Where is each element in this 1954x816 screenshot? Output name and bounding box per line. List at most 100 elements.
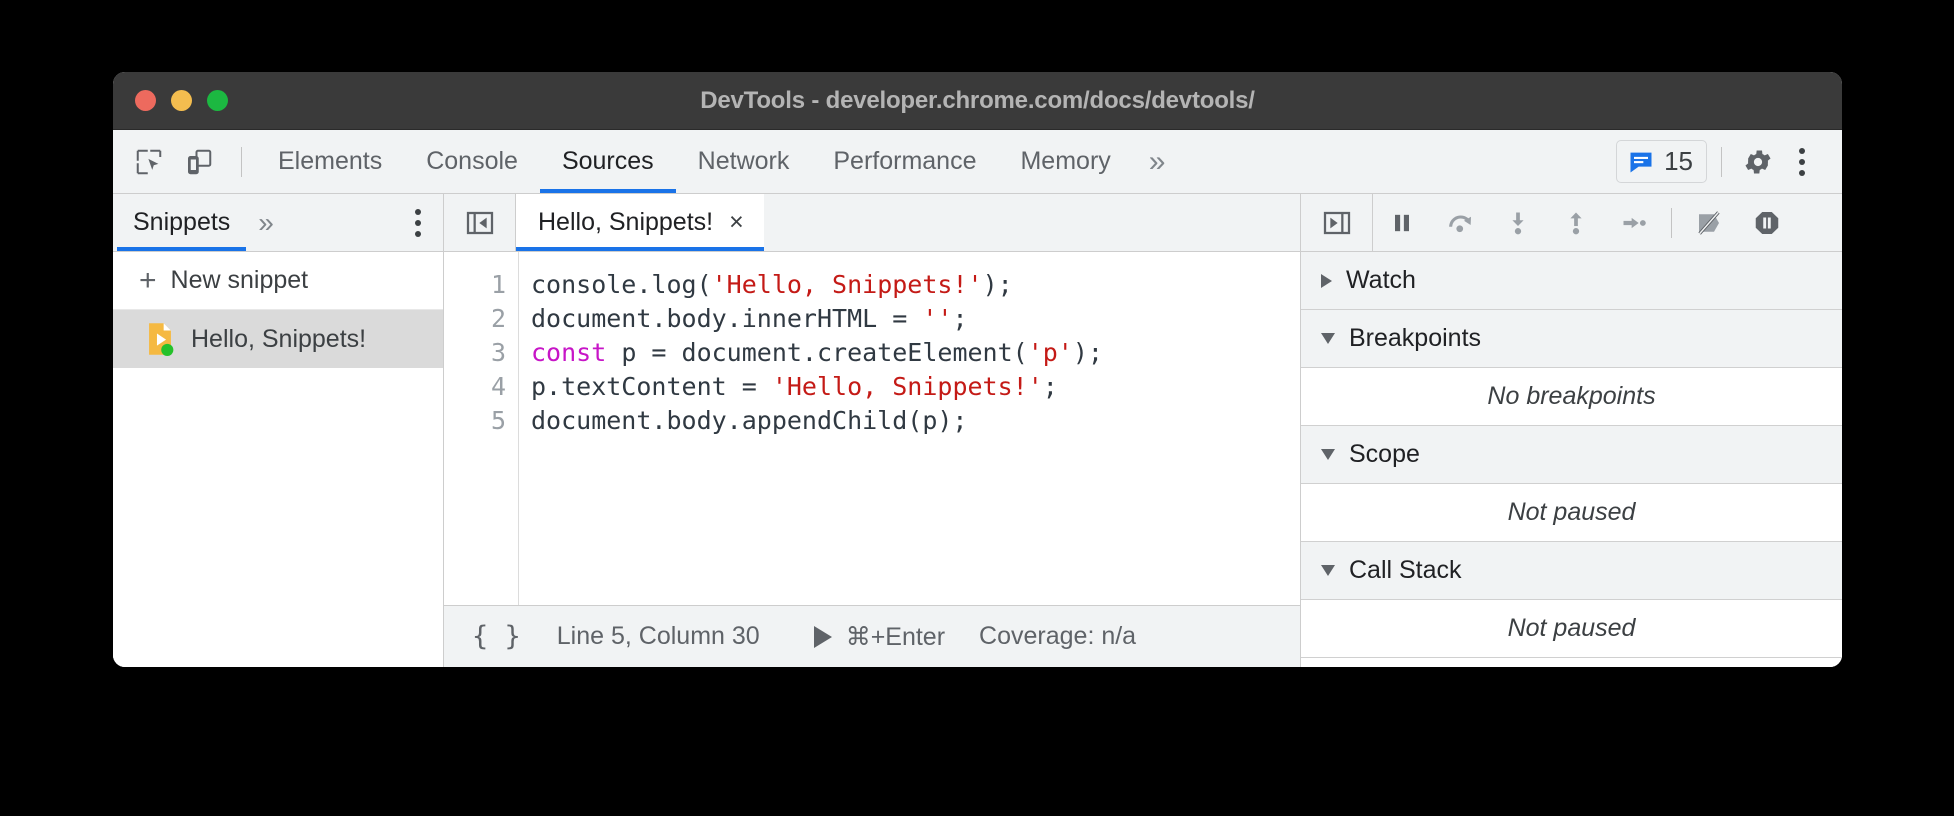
line-number: 1: [444, 268, 506, 302]
line-number: 4: [444, 370, 506, 404]
tab-performance[interactable]: Performance: [811, 130, 998, 193]
line-number: 5: [444, 404, 506, 438]
toggle-device-toolbar-button[interactable]: [177, 140, 221, 184]
breakpoints-empty-message: No breakpoints: [1301, 368, 1842, 426]
sources-navigator-pane: Snippets » + New snippet: [113, 194, 444, 667]
chevron-down-icon: [1321, 449, 1335, 460]
window-traffic-lights: [113, 90, 228, 111]
run-snippet-button[interactable]: ⌘+Enter: [814, 622, 945, 652]
source-editor-pane: Hello, Snippets! × 12345 console.log('He…: [444, 194, 1301, 667]
debugger-pane: Watch Breakpoints No breakpoints Scope N…: [1301, 194, 1842, 667]
show-debugger-sidebar-icon: [1321, 207, 1353, 239]
zoom-window-button[interactable]: [207, 90, 228, 111]
show-debugger-sidebar-button[interactable]: [1301, 194, 1373, 251]
pause-script-execution-button[interactable]: [1373, 194, 1431, 252]
step-over-next-function-call-icon: [1445, 208, 1475, 238]
step-into-next-function-call-icon: [1504, 209, 1532, 237]
snippet-list-item[interactable]: Hello, Snippets!: [113, 310, 443, 368]
more-tabs-button[interactable]: »: [1133, 130, 1182, 193]
tab-elements[interactable]: Elements: [256, 130, 404, 193]
run-shortcut-label: ⌘+Enter: [846, 622, 945, 652]
pause-on-exceptions-icon: [1752, 208, 1782, 238]
collapse-navigator-button[interactable]: [444, 194, 516, 251]
debugger-pane-scope[interactable]: Scope: [1301, 426, 1842, 484]
kebab-menu-icon: [1799, 148, 1805, 176]
close-icon[interactable]: ×: [729, 210, 744, 235]
navigator-menu-button[interactable]: [393, 194, 443, 251]
code-line[interactable]: document.body.appendChild(p);: [531, 404, 1300, 438]
chevron-double-right-icon: »: [1149, 145, 1166, 179]
editor-tab-hello-snippets[interactable]: Hello, Snippets! ×: [516, 194, 764, 251]
line-number-gutter: 12345: [444, 252, 519, 605]
chevron-down-icon: [1321, 333, 1335, 344]
chevron-double-right-icon: »: [258, 207, 274, 239]
devtools-main-menu-button[interactable]: [1780, 140, 1824, 184]
step-into-button[interactable]: [1489, 194, 1547, 252]
settings-button[interactable]: [1736, 140, 1780, 184]
kebab-menu-icon: [415, 209, 421, 237]
editor-status-bar: { } Line 5, Column 30 ⌘+Enter Coverage: …: [444, 605, 1300, 667]
navigator-tab-snippets[interactable]: Snippets: [117, 194, 246, 251]
tab-network[interactable]: Network: [676, 130, 812, 193]
step-out-of-current-function-icon: [1562, 209, 1590, 237]
run-snippet-icon: [814, 626, 832, 648]
tab-memory[interactable]: Memory: [998, 130, 1132, 193]
tab-sources[interactable]: Sources: [540, 130, 676, 193]
devtools-panel-tabs: Elements Console Sources Network Perform…: [256, 130, 1181, 193]
debugger-pane-watch[interactable]: Watch: [1301, 252, 1842, 310]
line-number: 2: [444, 302, 506, 336]
chevron-right-icon: [1321, 274, 1332, 288]
step-out-button[interactable]: [1547, 194, 1605, 252]
pane-title: Watch: [1346, 266, 1416, 295]
navigator-more-tabs-button[interactable]: »: [246, 194, 286, 251]
pause-on-exceptions-button[interactable]: [1738, 194, 1796, 252]
snippet-list-item-label: Hello, Snippets!: [191, 325, 366, 354]
new-snippet-button[interactable]: + New snippet: [113, 252, 443, 310]
code-editor[interactable]: 12345 console.log('Hello, Snippets!');do…: [444, 252, 1300, 605]
toolbar-right-group: 15: [1616, 130, 1824, 193]
close-window-button[interactable]: [135, 90, 156, 111]
navigator-tabbar: Snippets »: [113, 194, 443, 252]
pretty-print-button[interactable]: { }: [466, 621, 527, 652]
inspect-element-button[interactable]: [127, 140, 171, 184]
pane-title: Scope: [1349, 440, 1420, 469]
call-stack-empty-message: Not paused: [1301, 600, 1842, 658]
toolbar-icon-group: [127, 130, 256, 193]
cursor-position-label: Line 5, Column 30: [557, 622, 760, 651]
step-over-button[interactable]: [1431, 194, 1489, 252]
deactivate-breakpoints-icon: [1694, 208, 1724, 238]
editor-tabbar: Hello, Snippets! ×: [444, 194, 1300, 252]
tab-label: Memory: [1020, 147, 1110, 176]
collapse-navigator-icon: [464, 207, 496, 239]
device-toolbar-icon: [184, 147, 214, 177]
code-content[interactable]: console.log('Hello, Snippets!');document…: [519, 252, 1300, 605]
devtools-main-toolbar: Elements Console Sources Network Perform…: [113, 130, 1842, 194]
gear-icon: [1742, 146, 1774, 178]
console-messages-count: 15: [1664, 146, 1693, 177]
code-line[interactable]: p.textContent = 'Hello, Snippets!';: [531, 370, 1300, 404]
inspect-element-icon: [134, 147, 164, 177]
tab-label: Elements: [278, 147, 382, 176]
tab-console[interactable]: Console: [404, 130, 540, 193]
tab-label: Network: [698, 147, 790, 176]
deactivate-breakpoints-button[interactable]: [1680, 194, 1738, 252]
debugger-toolbar-divider: [1671, 208, 1672, 238]
step-button[interactable]: [1605, 194, 1663, 252]
new-snippet-label: New snippet: [171, 266, 309, 295]
debugger-toolbar: [1301, 194, 1842, 252]
tab-label: Performance: [833, 147, 976, 176]
navigator-tab-label: Snippets: [133, 208, 230, 237]
scope-empty-message: Not paused: [1301, 484, 1842, 542]
coverage-label: Coverage: n/a: [979, 622, 1136, 651]
minimize-window-button[interactable]: [171, 90, 192, 111]
code-line[interactable]: console.log('Hello, Snippets!');: [531, 268, 1300, 302]
snippet-file-icon: [145, 322, 175, 356]
code-line[interactable]: document.body.innerHTML = '';: [531, 302, 1300, 336]
line-number: 3: [444, 336, 506, 370]
code-line[interactable]: const p = document.createElement('p');: [531, 336, 1300, 370]
debugger-pane-call-stack[interactable]: Call Stack: [1301, 542, 1842, 600]
console-message-icon: [1627, 148, 1655, 176]
console-messages-button[interactable]: 15: [1616, 140, 1707, 183]
pause-script-execution-icon: [1388, 209, 1416, 237]
debugger-pane-breakpoints[interactable]: Breakpoints: [1301, 310, 1842, 368]
